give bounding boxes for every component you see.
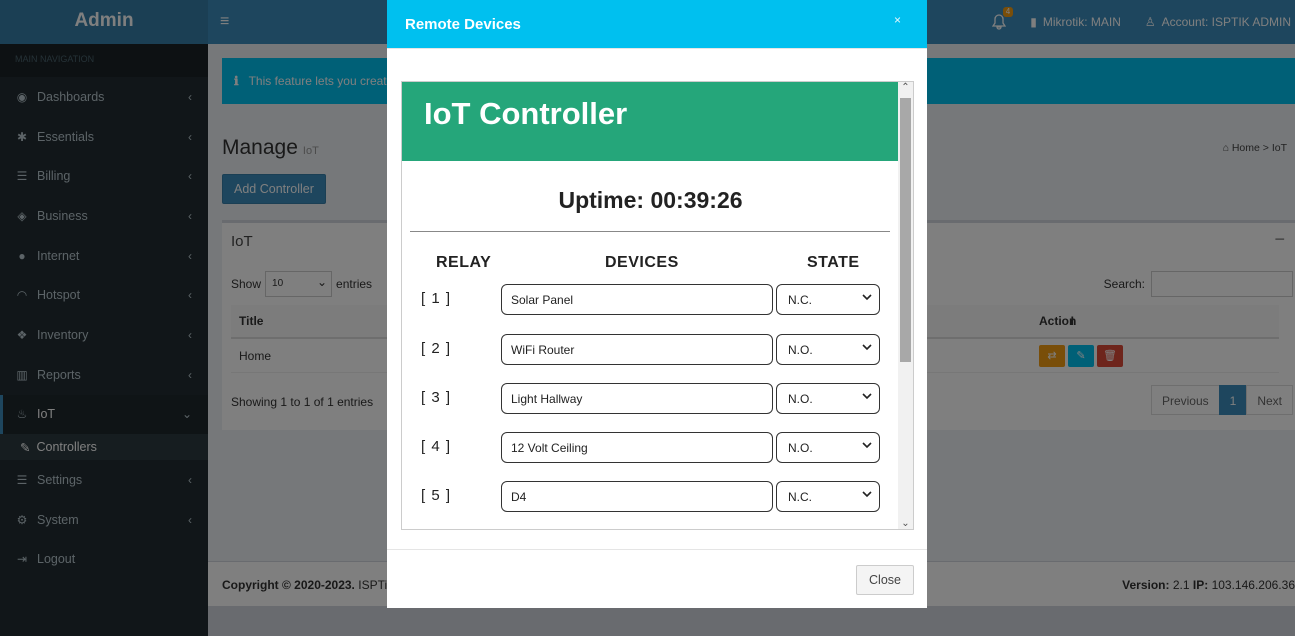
state-select[interactable]: N.C. [776,481,880,512]
chevron-down-icon [862,344,872,351]
scroll-down-icon[interactable]: ⌄ [898,518,913,529]
relay-column-header: RELAY [436,254,492,271]
relay-number: [ 4 ] [421,438,452,455]
modal-title: Remote Devices [405,16,521,33]
state-select[interactable]: N.C. [776,284,880,315]
device-name-input[interactable]: D4 [501,481,773,512]
devices-column-header: DEVICES [605,254,679,271]
modal-footer: Close [387,549,927,608]
state-select[interactable]: N.O. [776,383,880,414]
chevron-down-icon [862,393,872,400]
state-value: N.O. [788,343,813,357]
iot-banner: IoT Controller [402,82,899,161]
scroll-up-icon[interactable]: ⌃ [898,82,913,93]
device-name-input[interactable]: 12 Volt Ceiling [501,432,773,463]
chevron-down-icon [862,442,872,449]
state-value: N.O. [788,441,813,455]
chevron-down-icon [862,294,872,301]
state-value: N.C. [788,293,812,307]
device-name-input[interactable]: Solar Panel [501,284,773,315]
device-name-input[interactable]: WiFi Router [501,334,773,365]
relay-row: [ 1 ] Solar Panel N.C. [402,283,899,317]
modal-header: Remote Devices × [387,0,927,49]
close-button[interactable]: Close [856,565,914,595]
state-select[interactable]: N.O. [776,432,880,463]
relay-number: [ 1 ] [421,290,452,307]
remote-devices-modal: Remote Devices × IoT Controller Uptime: … [387,0,927,608]
state-column-header: STATE [807,254,860,271]
relay-number: [ 3 ] [421,389,452,406]
close-icon[interactable]: × [894,13,901,27]
relay-number: [ 5 ] [421,487,452,504]
state-value: N.C. [788,490,812,504]
relay-row: [ 4 ] 12 Volt Ceiling N.O. [402,431,899,465]
uptime-display: Uptime: 00:39:26 [558,187,743,213]
relay-row: [ 2 ] WiFi Router N.O. [402,333,899,367]
chevron-down-icon [862,491,872,498]
scrollbar-thumb[interactable] [900,98,911,362]
state-select[interactable]: N.O. [776,334,880,365]
iot-controller-frame[interactable]: IoT Controller Uptime: 00:39:26 RELAY DE… [401,81,914,530]
iot-banner-title: IoT Controller [424,96,628,131]
device-name-input[interactable]: Light Hallway [501,383,773,414]
relay-number: [ 2 ] [421,340,452,357]
divider [410,231,890,232]
relay-row: [ 3 ] Light Hallway N.O. [402,382,899,416]
relay-row: [ 5 ] D4 N.C. [402,480,899,514]
frame-scrollbar[interactable]: ⌃ ⌄ [898,82,913,529]
state-value: N.O. [788,392,813,406]
